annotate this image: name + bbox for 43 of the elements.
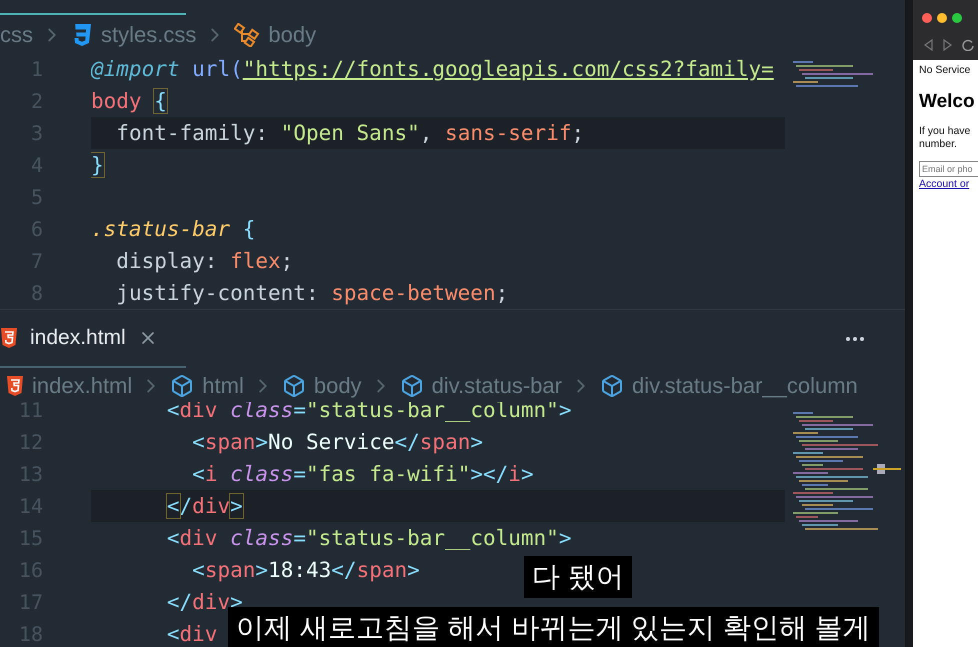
breadcrumb-item[interactable]: body <box>314 373 362 399</box>
maximize-window-icon[interactable] <box>952 13 962 23</box>
close-window-icon[interactable] <box>922 13 932 23</box>
minimize-window-icon[interactable] <box>937 13 947 23</box>
structure-icon <box>234 22 260 46</box>
breadcrumb-item[interactable]: index.html <box>32 373 132 399</box>
subtitle: 이제 새로고침을 해서 바뀌는게 있는지 확인해 볼게 <box>228 607 879 647</box>
page-heading: Welco <box>919 91 976 113</box>
subtitle: 다 됐어 <box>524 556 632 598</box>
code-line: <div class="status-bar__column"> <box>166 526 572 550</box>
account-link[interactable]: Account or <box>919 177 978 191</box>
html-file-icon <box>6 375 24 397</box>
code-line: <span>No Service</span> <box>191 430 484 454</box>
editor-tab[interactable]: index.html <box>0 310 186 368</box>
breadcrumb-item[interactable]: css <box>0 22 33 48</box>
code-line: <div class="status-bar__column"> <box>166 398 572 422</box>
code-line: <span>18:43</span> <box>191 558 420 582</box>
code-line: @import url("https://fonts.googleapis.com/css2?family= <box>91 57 774 81</box>
code-line: } <box>91 153 104 177</box>
code-line: display: flex; <box>115 249 294 273</box>
code-line: </div> <box>166 494 243 518</box>
code-line: body { <box>91 89 167 113</box>
code-line: <div <box>166 622 218 646</box>
status-text: No Service <box>919 64 972 77</box>
cube-icon <box>170 374 194 398</box>
cube-icon <box>282 374 306 398</box>
code-line: .status-bar { <box>91 217 256 241</box>
forward-icon[interactable] <box>943 39 952 51</box>
breadcrumb-item[interactable]: html <box>202 373 244 399</box>
code-line: justify-content: space-between; <box>115 281 508 305</box>
breadcrumb-item[interactable]: body <box>268 22 316 48</box>
breadcrumb-item[interactable]: div.status-bar__column <box>632 373 858 399</box>
back-icon[interactable] <box>924 39 933 51</box>
breadcrumb-item[interactable]: styles.css <box>101 22 196 48</box>
input-field[interactable]: Email or pho <box>919 161 978 177</box>
code-line: font-family: "Open Sans", sans-serif; <box>115 121 584 145</box>
breadcrumb-item[interactable]: div.status-bar <box>432 373 562 399</box>
html-file-icon <box>0 327 18 349</box>
page-paragraph: If you have number. <box>919 125 972 151</box>
code-line: <i class="fas fa-wifi"></i> <box>191 462 534 486</box>
cube-icon <box>400 374 424 398</box>
cube-icon <box>600 374 624 398</box>
reload-icon[interactable] <box>962 39 974 51</box>
